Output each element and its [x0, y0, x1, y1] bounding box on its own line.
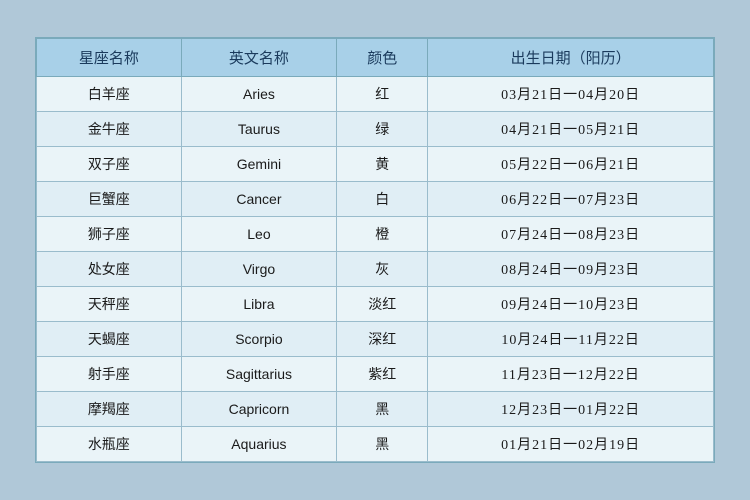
cell-chinese-name: 天秤座	[37, 287, 182, 322]
cell-dates: 12月23日一01月22日	[428, 392, 714, 427]
table-row: 水瓶座Aquarius黑01月21日一02月19日	[37, 427, 714, 462]
cell-color: 黄	[337, 147, 428, 182]
cell-chinese-name: 水瓶座	[37, 427, 182, 462]
cell-dates: 08月24日一09月23日	[428, 252, 714, 287]
cell-english-name: Gemini	[181, 147, 337, 182]
cell-chinese-name: 双子座	[37, 147, 182, 182]
cell-dates: 10月24日一11月22日	[428, 322, 714, 357]
table-row: 双子座Gemini黄05月22日一06月21日	[37, 147, 714, 182]
table-row: 天蝎座Scorpio深红10月24日一11月22日	[37, 322, 714, 357]
cell-chinese-name: 金牛座	[37, 112, 182, 147]
cell-color: 白	[337, 182, 428, 217]
table-row: 射手座Sagittarius紫红11月23日一12月22日	[37, 357, 714, 392]
cell-color: 橙	[337, 217, 428, 252]
table-body: 白羊座Aries红03月21日一04月20日金牛座Taurus绿04月21日一0…	[37, 77, 714, 462]
cell-color: 紫红	[337, 357, 428, 392]
cell-color: 绿	[337, 112, 428, 147]
cell-color: 黑	[337, 427, 428, 462]
cell-english-name: Scorpio	[181, 322, 337, 357]
cell-chinese-name: 白羊座	[37, 77, 182, 112]
cell-chinese-name: 巨蟹座	[37, 182, 182, 217]
cell-english-name: Capricorn	[181, 392, 337, 427]
cell-color: 深红	[337, 322, 428, 357]
cell-chinese-name: 狮子座	[37, 217, 182, 252]
cell-chinese-name: 天蝎座	[37, 322, 182, 357]
zodiac-table: 星座名称 英文名称 颜色 出生日期（阳历） 白羊座Aries红03月21日一04…	[36, 38, 714, 462]
cell-dates: 06月22日一07月23日	[428, 182, 714, 217]
cell-chinese-name: 摩羯座	[37, 392, 182, 427]
table-row: 白羊座Aries红03月21日一04月20日	[37, 77, 714, 112]
cell-dates: 07月24日一08月23日	[428, 217, 714, 252]
cell-color: 淡红	[337, 287, 428, 322]
table-row: 狮子座Leo橙07月24日一08月23日	[37, 217, 714, 252]
cell-dates: 05月22日一06月21日	[428, 147, 714, 182]
cell-english-name: Sagittarius	[181, 357, 337, 392]
table-row: 摩羯座Capricorn黑12月23日一01月22日	[37, 392, 714, 427]
cell-dates: 09月24日一10月23日	[428, 287, 714, 322]
header-chinese-name: 星座名称	[37, 39, 182, 77]
cell-english-name: Aquarius	[181, 427, 337, 462]
cell-dates: 04月21日一05月21日	[428, 112, 714, 147]
table-row: 金牛座Taurus绿04月21日一05月21日	[37, 112, 714, 147]
table-row: 天秤座Libra淡红09月24日一10月23日	[37, 287, 714, 322]
cell-chinese-name: 处女座	[37, 252, 182, 287]
zodiac-table-container: 星座名称 英文名称 颜色 出生日期（阳历） 白羊座Aries红03月21日一04…	[35, 37, 715, 463]
cell-chinese-name: 射手座	[37, 357, 182, 392]
table-row: 巨蟹座Cancer白06月22日一07月23日	[37, 182, 714, 217]
cell-english-name: Leo	[181, 217, 337, 252]
cell-dates: 03月21日一04月20日	[428, 77, 714, 112]
cell-english-name: Virgo	[181, 252, 337, 287]
header-color: 颜色	[337, 39, 428, 77]
cell-english-name: Libra	[181, 287, 337, 322]
table-header-row: 星座名称 英文名称 颜色 出生日期（阳历）	[37, 39, 714, 77]
cell-color: 灰	[337, 252, 428, 287]
cell-dates: 01月21日一02月19日	[428, 427, 714, 462]
cell-dates: 11月23日一12月22日	[428, 357, 714, 392]
table-row: 处女座Virgo灰08月24日一09月23日	[37, 252, 714, 287]
cell-color: 红	[337, 77, 428, 112]
cell-english-name: Cancer	[181, 182, 337, 217]
header-dates: 出生日期（阳历）	[428, 39, 714, 77]
cell-color: 黑	[337, 392, 428, 427]
header-english-name: 英文名称	[181, 39, 337, 77]
cell-english-name: Taurus	[181, 112, 337, 147]
cell-english-name: Aries	[181, 77, 337, 112]
